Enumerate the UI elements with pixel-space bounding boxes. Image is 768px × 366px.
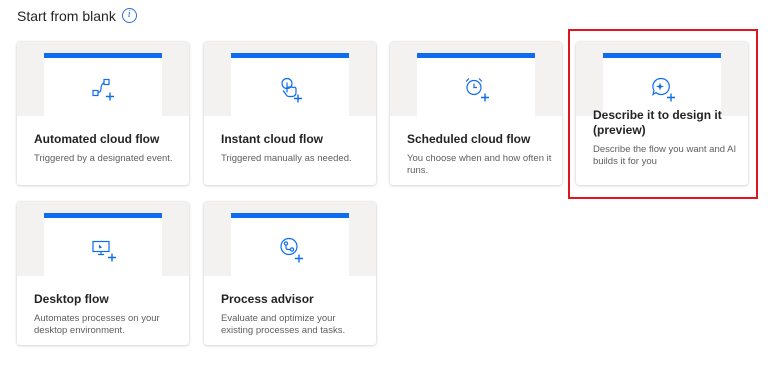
card-scheduled-cloud-flow[interactable]: Scheduled cloud flow You choose when and…	[390, 42, 562, 185]
card-title: Instant cloud flow	[221, 132, 323, 146]
card-description: You choose when and how often it runs.	[407, 153, 552, 176]
card-instant-cloud-flow[interactable]: Instant cloud flow Triggered manually as…	[204, 42, 376, 185]
ai-chat-icon	[647, 74, 677, 104]
card-preview	[17, 42, 189, 116]
card-process-advisor[interactable]: Process advisor Evaluate and optimize yo…	[204, 202, 376, 345]
card-preview	[390, 42, 562, 116]
card-automated-cloud-flow[interactable]: Automated cloud flow Triggered by a desi…	[17, 42, 189, 185]
preview-window	[44, 213, 162, 276]
card-title: Describe it to design it (preview)	[593, 108, 722, 137]
card-title: Desktop flow	[34, 292, 109, 306]
card-preview	[204, 202, 376, 276]
card-preview	[204, 42, 376, 116]
card-description: Describe the flow you want and AI builds…	[593, 144, 737, 167]
info-icon[interactable]: i	[121, 7, 137, 23]
touch-icon	[275, 74, 305, 104]
card-title: Scheduled cloud flow	[407, 132, 531, 146]
process-icon	[275, 234, 305, 264]
preview-window	[231, 213, 349, 276]
preview-window	[231, 53, 349, 116]
desktop-icon	[88, 234, 118, 264]
connector-icon	[88, 74, 118, 104]
card-title: Process advisor	[221, 292, 314, 306]
preview-window	[44, 53, 162, 116]
section-header: Start from blank i	[17, 7, 137, 24]
card-description: Triggered manually as needed.	[221, 153, 352, 164]
card-description: Automates processes on your desktop envi…	[34, 313, 160, 336]
card-description: Triggered by a designated event.	[34, 153, 173, 164]
card-description: Evaluate and optimize your existing proc…	[221, 313, 346, 336]
card-desktop-flow[interactable]: Desktop flow Automates processes on your…	[17, 202, 189, 345]
card-preview	[17, 202, 189, 276]
alarm-clock-icon	[461, 74, 491, 104]
section-title: Start from blank	[17, 8, 116, 24]
preview-window	[603, 53, 721, 116]
card-describe-it-to-design-it[interactable]: Describe it to design it (preview) Descr…	[576, 42, 748, 185]
card-preview	[576, 42, 748, 116]
card-title: Automated cloud flow	[34, 132, 160, 146]
preview-window	[417, 53, 535, 116]
